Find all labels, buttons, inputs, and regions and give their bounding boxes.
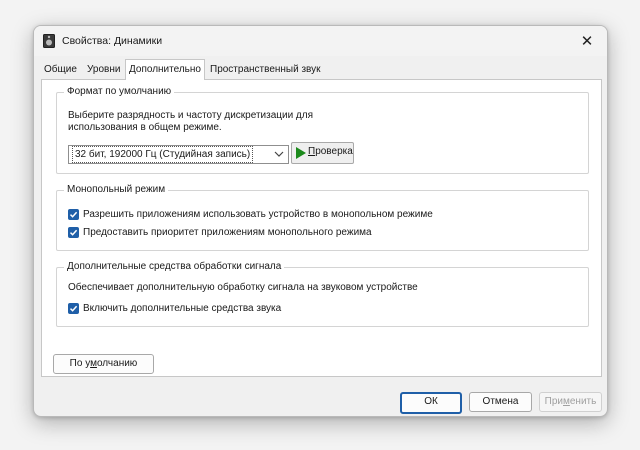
enhancements-group: Дополнительные средства обработки сигнал… [56, 261, 589, 327]
exclusive-mode-legend: Монопольный режим [64, 184, 169, 195]
enhancements-checkbox[interactable] [68, 303, 79, 314]
exclusive-allow-checkbox[interactable] [68, 209, 79, 220]
chevron-down-icon [274, 151, 284, 157]
format-description-line2: использования в общем режиме. [68, 122, 222, 133]
check-icon [69, 211, 78, 218]
default-format-legend: Формат по умолчанию [64, 86, 175, 97]
test-button[interactable]: Проверка [291, 142, 354, 164]
close-button[interactable]: ✕ [567, 26, 607, 56]
exclusive-priority-label[interactable]: Предоставить приоритет приложениям моноп… [83, 227, 372, 238]
tab-spatial-sound[interactable]: Пространственный звук [207, 61, 324, 78]
apply-button[interactable]: Применить [539, 392, 602, 412]
exclusive-mode-group: Монопольный режим Разрешить приложениям … [56, 184, 589, 251]
enhancements-description: Обеспечивает дополнительную обработку си… [68, 282, 418, 293]
advanced-panel: Формат по умолчанию Выберите разрядность… [41, 79, 602, 377]
speaker-icon [43, 34, 55, 48]
default-format-group: Формат по умолчанию Выберите разрядность… [56, 86, 589, 174]
tab-levels[interactable]: Уровни [84, 61, 123, 78]
format-description-line1: Выберите разрядность и частоту дискретиз… [68, 110, 314, 121]
restore-defaults-button[interactable]: По умолчанию [53, 354, 154, 374]
title-bar: Свойства: Динамики ✕ [34, 26, 607, 56]
format-select[interactable]: 32 бит, 192000 Гц (Студийная запись) [68, 145, 289, 164]
exclusive-allow-label[interactable]: Разрешить приложениям использовать устро… [83, 209, 433, 220]
format-select-value: 32 бит, 192000 Гц (Студийная запись) [72, 146, 254, 163]
ok-button[interactable]: ОК [400, 392, 462, 414]
check-icon [69, 229, 78, 236]
window-title: Свойства: Динамики [62, 35, 163, 47]
play-icon [296, 147, 306, 159]
tab-general[interactable]: Общие [41, 61, 80, 78]
properties-dialog: Свойства: Динамики ✕ Общие Уровни Дополн… [33, 25, 608, 417]
enhancements-legend: Дополнительные средства обработки сигнал… [64, 261, 285, 272]
close-icon: ✕ [580, 33, 594, 50]
exclusive-priority-checkbox[interactable] [68, 227, 79, 238]
check-icon [69, 305, 78, 312]
tab-advanced[interactable]: Дополнительно [125, 59, 205, 80]
test-button-label: Проверка [308, 146, 353, 157]
enhancements-label[interactable]: Включить дополнительные средства звука [83, 303, 281, 314]
cancel-button[interactable]: Отмена [469, 392, 532, 412]
